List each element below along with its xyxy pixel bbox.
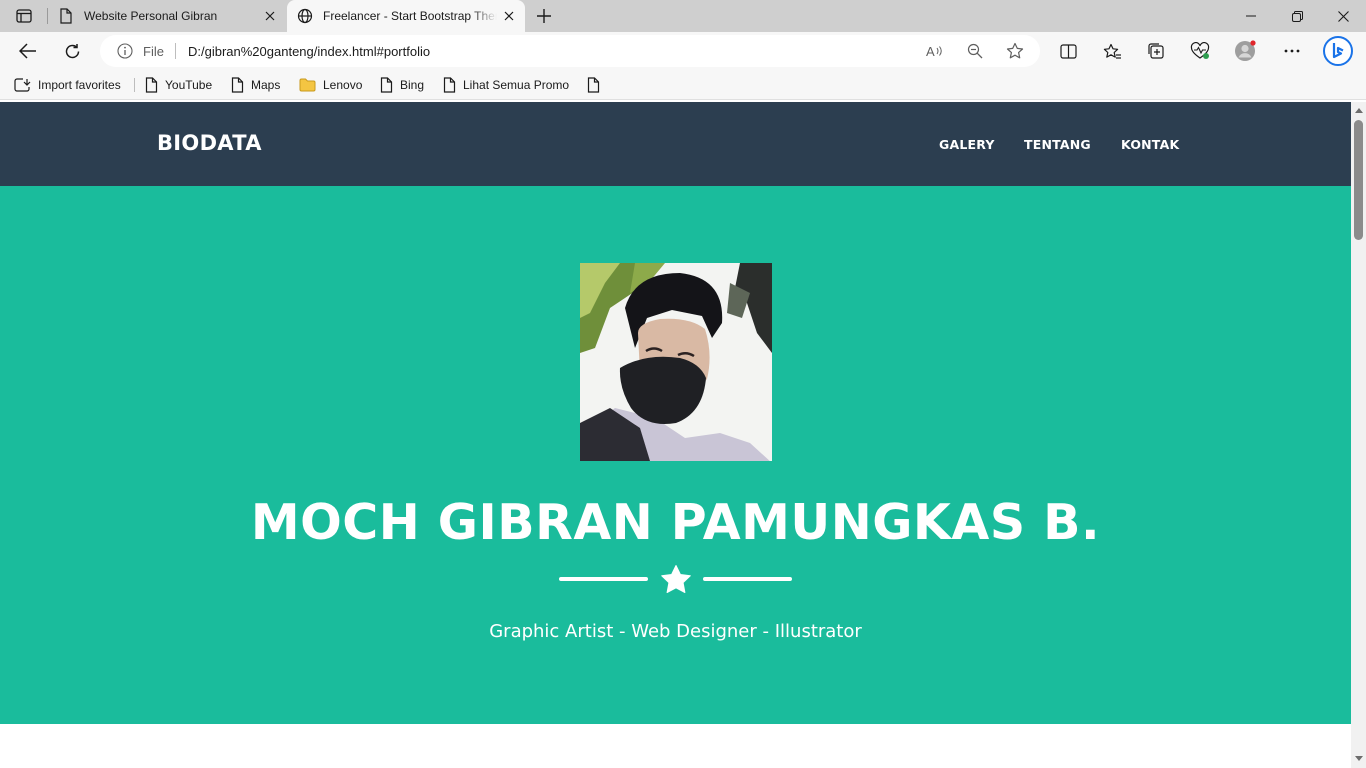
page-icon [380, 77, 393, 93]
close-icon[interactable] [501, 8, 517, 24]
back-icon[interactable] [14, 37, 42, 65]
fav-bing[interactable]: Bing [380, 76, 424, 94]
page-icon [587, 77, 600, 93]
url-text[interactable]: D:/gibran%20ganteng/index.html#portfolio [188, 44, 430, 59]
page-icon [59, 8, 73, 29]
folder-icon [299, 78, 316, 92]
split-screen-icon[interactable] [1054, 37, 1082, 65]
tab-separator [47, 8, 48, 24]
scroll-thumb[interactable] [1354, 120, 1363, 240]
page-scrollbar[interactable] [1351, 102, 1366, 768]
site-brand[interactable]: BIODATA [157, 131, 262, 155]
tab-title: Website Personal Gibran [84, 9, 218, 23]
favorites-separator [134, 78, 135, 92]
fav-lenovo[interactable]: Lenovo [299, 76, 362, 94]
divider-line-left [559, 577, 648, 581]
close-window-icon[interactable] [1320, 0, 1366, 32]
fav-label: YouTube [165, 78, 213, 92]
fav-untitled[interactable] [587, 76, 607, 94]
scroll-down-icon[interactable] [1354, 754, 1363, 762]
tab-title: Freelancer - Start Bootstrap Theme [323, 9, 497, 23]
import-icon [14, 77, 31, 93]
fav-label: Bing [400, 78, 425, 92]
tab-website-personal[interactable]: Website Personal Gibran [50, 0, 286, 32]
read-aloud-icon[interactable]: A [925, 41, 945, 61]
profile-avatar[interactable] [1231, 37, 1259, 65]
fav-label: Maps [251, 78, 281, 92]
bing-copilot-icon[interactable] [1322, 35, 1354, 67]
restore-icon[interactable] [1274, 0, 1320, 32]
zoom-out-icon[interactable] [965, 41, 985, 61]
favorites-icon[interactable] [1098, 37, 1126, 65]
tab-actions-icon[interactable] [8, 5, 40, 27]
divider-line-right [703, 577, 792, 581]
address-divider [175, 43, 176, 59]
page-icon [443, 77, 456, 93]
minimize-icon[interactable] [1228, 0, 1274, 32]
more-menu-icon[interactable] [1278, 37, 1306, 65]
new-tab-icon[interactable] [533, 5, 555, 27]
fav-label: Import favorites [38, 78, 121, 92]
fav-label: Lenovo [323, 78, 363, 92]
page-viewport: BIODATA GALERY TENTANG KONTAK MOCH GIBRA… [0, 102, 1351, 768]
svg-text:A: A [926, 44, 935, 59]
hero-name: MOCH GIBRAN PAMUNGKAS B. [250, 494, 1101, 551]
masthead: MOCH GIBRAN PAMUNGKAS B. Graphic Artist … [0, 186, 1351, 724]
address-bar[interactable]: File D:/gibran%20ganteng/index.html#port… [100, 35, 1040, 67]
star-icon [660, 564, 692, 594]
browser-essentials-icon[interactable] [1186, 37, 1214, 65]
nav-link-galery[interactable]: GALERY [939, 137, 995, 152]
nav-link-kontak[interactable]: KONTAK [1121, 137, 1179, 152]
fav-youtube[interactable]: YouTube [145, 76, 212, 94]
favorites-bar: Import favorites YouTube Maps Lenovo Bin… [0, 70, 1366, 100]
fav-maps[interactable]: Maps [231, 76, 280, 94]
tab-strip: Website Personal Gibran Freelancer - Sta… [0, 0, 1366, 32]
fav-lihat-semua-promo[interactable]: Lihat Semua Promo [443, 76, 569, 94]
hero-subtitle: Graphic Artist - Web Designer - Illustra… [489, 621, 862, 642]
info-icon[interactable] [117, 43, 133, 64]
favorite-star-icon[interactable] [1005, 41, 1025, 61]
fav-import[interactable]: Import favorites [14, 76, 121, 94]
scheme-label: File [143, 44, 164, 59]
browser-toolbar: File D:/gibran%20ganteng/index.html#port… [0, 32, 1366, 70]
refresh-icon[interactable] [58, 37, 86, 65]
page-icon [145, 77, 158, 93]
close-icon[interactable] [262, 8, 278, 24]
fav-label: Lihat Semua Promo [463, 78, 570, 92]
page-icon [231, 77, 244, 93]
profile-photo [580, 263, 772, 461]
site-navbar: BIODATA GALERY TENTANG KONTAK [0, 102, 1351, 186]
nav-link-tentang[interactable]: TENTANG [1024, 137, 1091, 152]
tab-freelancer[interactable]: Freelancer - Start Bootstrap Theme [287, 0, 525, 32]
scroll-up-icon[interactable] [1354, 106, 1363, 114]
globe-icon [297, 8, 313, 29]
collections-icon[interactable] [1142, 37, 1170, 65]
